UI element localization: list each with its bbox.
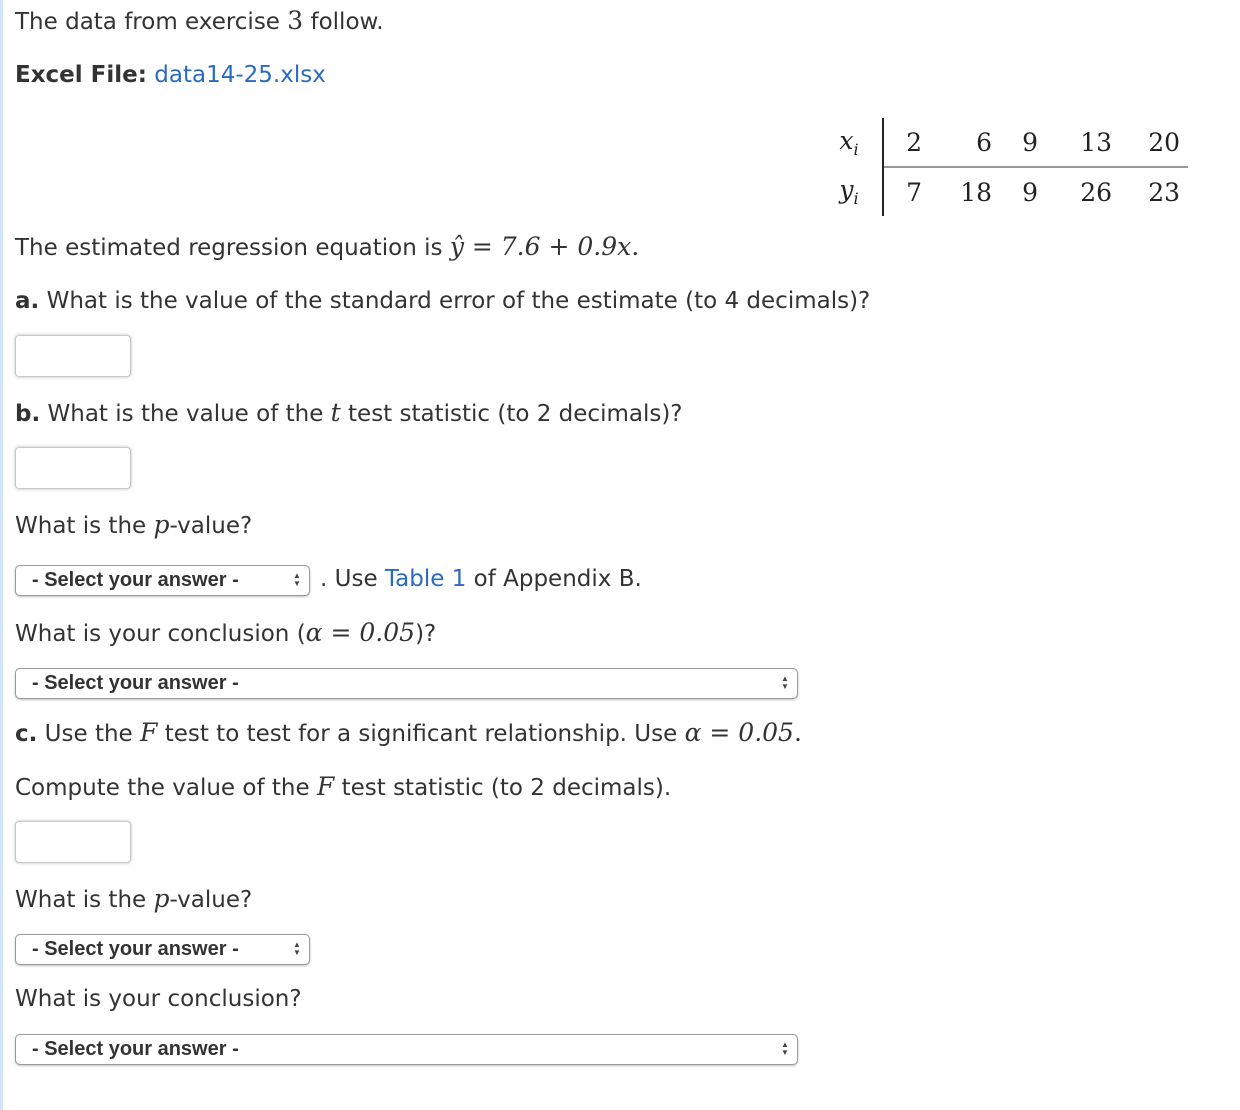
part-b-p-value-select[interactable]: - Select your answer - ▲ ▼	[15, 565, 310, 596]
y-value: 26	[1080, 177, 1112, 207]
y-value: 9	[1022, 177, 1038, 207]
y-value: 23	[1148, 177, 1180, 207]
compute-text-before: Compute the value of the	[15, 775, 317, 801]
y-value: 18	[960, 177, 992, 207]
part-c-text-middle: test to test for a significant relations…	[157, 721, 685, 747]
part-c-text-after: .	[793, 718, 802, 747]
part-c-p-value-select[interactable]: - Select your answer - ▲ ▼	[15, 934, 310, 965]
regression-equation-line: The estimated regression equation is ŷ =…	[15, 232, 639, 263]
part-c-p-value-question: What is the p-value?	[15, 884, 252, 915]
x-value: 2	[883, 118, 922, 168]
part-c-label: c.	[15, 721, 38, 747]
regression-period: .	[631, 232, 640, 261]
y-row-label: yi	[820, 167, 884, 216]
select-arrows-icon: ▲ ▼	[781, 1040, 789, 1057]
table-1-link[interactable]: Table 1	[385, 566, 466, 592]
conclusion-text-after: )?	[415, 621, 437, 647]
select-label: - Select your answer -	[32, 938, 239, 960]
f-symbol: F	[140, 718, 158, 747]
part-c-text-before: Use the	[37, 721, 141, 747]
part-b-question: b. What is the value of the t test stati…	[15, 398, 683, 429]
x-value: 13	[1038, 118, 1112, 168]
p-symbol: p	[153, 884, 170, 913]
appendix-reference: . Use Table 1 of Appendix B.	[320, 564, 642, 594]
f-statistic-input[interactable]	[15, 821, 131, 863]
p-symbol: p	[153, 510, 170, 539]
exercise-number: 3	[287, 6, 304, 35]
x-row-label: xi	[820, 118, 884, 167]
x-value: 20	[1112, 118, 1188, 168]
select-arrows-icon: ▲ ▼	[293, 571, 301, 588]
y-value: 7	[906, 177, 922, 207]
compute-text-after: test statistic (to 2 decimals).	[334, 775, 672, 801]
intro-text-before: The data from exercise	[15, 9, 288, 35]
appendix-text-after: of Appendix B.	[466, 566, 642, 592]
part-b-conclusion-select[interactable]: - Select your answer - ▲ ▼	[15, 668, 798, 699]
part-a-text: What is the value of the standard error …	[39, 288, 871, 314]
alpha-value: α = 0.05	[305, 618, 416, 647]
left-border-rule	[0, 0, 3, 1110]
p-question-before: What is the	[15, 513, 154, 539]
x-value: 6	[922, 118, 992, 168]
part-c-conclusion-question: What is your conclusion?	[15, 986, 302, 1012]
table-row-x: xi 2 6 9 13 20	[820, 118, 1188, 168]
select-label: - Select your answer -	[32, 569, 239, 591]
excel-file-link[interactable]: data14-25.xlsx	[154, 62, 326, 88]
select-arrows-icon: ▲ ▼	[781, 674, 789, 691]
regression-text: The estimated regression equation is	[15, 235, 450, 261]
part-b-label: b.	[15, 401, 41, 427]
part-b-p-value-question: What is the p-value?	[15, 510, 252, 541]
p-question-after: -value?	[169, 513, 253, 539]
x-value: 9	[992, 118, 1038, 168]
data-table: xi 2 6 9 13 20 yi 7 18 9 26 23	[820, 118, 1188, 216]
select-label: - Select your answer -	[32, 672, 239, 694]
part-a-label: a.	[15, 288, 40, 314]
part-a-question: a. What is the value of the standard err…	[15, 286, 870, 316]
p-question-before: What is the	[15, 887, 154, 913]
part-b-text-after: test statistic (to 2 decimals)?	[340, 401, 683, 427]
f-symbol: F	[316, 772, 335, 801]
part-c-conclusion-select[interactable]: - Select your answer - ▲ ▼	[15, 1034, 798, 1065]
t-statistic-input[interactable]	[15, 447, 131, 489]
intro-text-after: follow.	[303, 9, 384, 35]
conclusion-text-before: What is your conclusion (	[15, 621, 306, 647]
select-label: - Select your answer -	[32, 1038, 239, 1060]
p-question-after: -value?	[169, 887, 253, 913]
standard-error-input[interactable]	[15, 335, 131, 377]
regression-equation: ŷ = 7.6 + 0.9x	[449, 232, 632, 261]
excel-file-label: Excel File:	[15, 62, 147, 88]
t-symbol: t	[330, 398, 341, 427]
part-c-question: c. Use the F test to test for a signific…	[15, 718, 802, 749]
appendix-text-before: . Use	[320, 566, 385, 592]
select-arrows-icon: ▲ ▼	[293, 940, 301, 957]
f-statistic-question: Compute the value of the F test statisti…	[15, 772, 671, 803]
part-b-text-before: What is the value of the	[40, 401, 331, 427]
table-row-y: yi 7 18 9 26 23	[820, 167, 1188, 216]
part-b-conclusion-question: What is your conclusion (α = 0.05)?	[15, 618, 436, 649]
alpha-value: α = 0.05	[684, 718, 794, 747]
excel-file-line: Excel File: data14-25.xlsx	[15, 60, 326, 90]
intro-text: The data from exercise 3 follow.	[15, 6, 384, 37]
